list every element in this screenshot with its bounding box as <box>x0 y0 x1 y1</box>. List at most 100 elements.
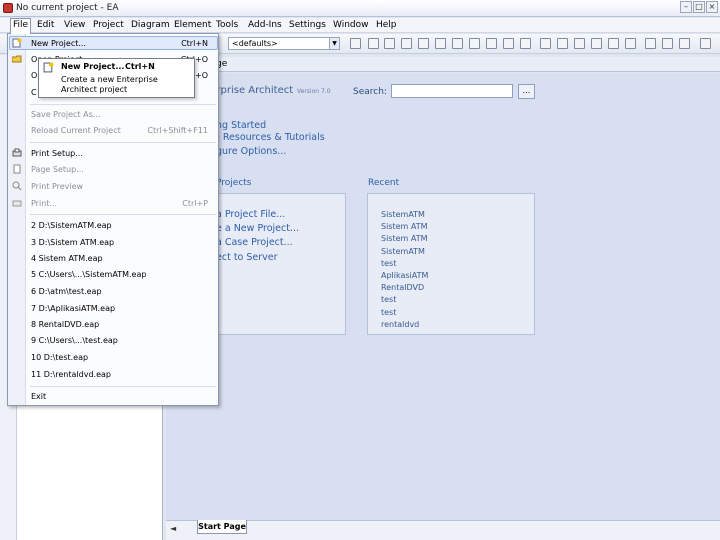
toolbar-icon-4[interactable] <box>401 38 412 49</box>
printer-setup-icon <box>12 148 22 157</box>
toolbar-icon-1[interactable] <box>350 38 361 49</box>
ea-app-icon <box>3 3 13 13</box>
toolbar-icon-20[interactable] <box>679 38 690 49</box>
menu-item-reload-project[interactable]: Reload Current Project <box>31 126 121 135</box>
toolbar-icon-11[interactable] <box>520 38 531 49</box>
shortcut-new-project: Ctrl+N <box>181 39 208 48</box>
toolbar-icon-8[interactable] <box>469 38 480 49</box>
search-button[interactable]: ... <box>518 84 535 99</box>
toolbar-icon-7[interactable] <box>452 38 463 49</box>
folder-open-icon <box>12 55 22 63</box>
window-controls: – □ × <box>680 1 718 13</box>
link-create-new-project[interactable]: e a New Project... <box>216 223 299 234</box>
tab-start-page[interactable]: Start Page <box>197 520 247 534</box>
menu-item-exit[interactable]: Exit <box>31 392 46 401</box>
printer-icon <box>12 200 22 207</box>
toolbar-icon-17[interactable] <box>625 38 636 49</box>
shortcut-reload-project: Ctrl+Shift+F11 <box>147 126 208 135</box>
menu-item-save-project-as[interactable]: Save Project As... <box>31 110 100 119</box>
recent-file-item[interactable]: 8 RentalDVD.eap <box>31 320 99 329</box>
menu-edit[interactable]: Edit <box>37 20 54 30</box>
minimize-icon[interactable]: – <box>680 1 692 13</box>
menu-diagram[interactable]: Diagram <box>131 20 170 30</box>
toolbar-icon-19[interactable] <box>662 38 673 49</box>
recent-file-item[interactable]: 4 Sistem ATM.eap <box>31 254 103 263</box>
close-icon[interactable]: × <box>706 1 718 13</box>
recent-heading: Recent <box>368 178 400 188</box>
menu-window[interactable]: Window <box>333 20 369 30</box>
recent-project-item[interactable]: Sistem ATM <box>381 221 428 233</box>
recent-file-item[interactable]: 11 D:\rentaldvd.eap <box>31 370 111 379</box>
search-input[interactable] <box>391 84 513 98</box>
menu-help[interactable]: Help <box>376 20 397 30</box>
recent-project-item[interactable]: rentaldvd <box>381 319 428 331</box>
chevron-down-icon[interactable]: ▼ <box>329 38 339 49</box>
tooltip-title: New Project... <box>61 62 125 71</box>
menu-view[interactable]: View <box>64 20 85 30</box>
toolbar-icon-6[interactable] <box>435 38 446 49</box>
maximize-icon[interactable]: □ <box>693 1 705 13</box>
new-project-tooltip: New Project... Ctrl+N Create a new Enter… <box>38 58 195 98</box>
menu-element[interactable]: Element <box>174 20 211 30</box>
menu-project[interactable]: Project <box>93 20 124 30</box>
tooltip-shortcut: Ctrl+N <box>125 62 155 71</box>
recent-project-item[interactable]: test <box>381 258 428 270</box>
recent-project-item[interactable]: test <box>381 294 428 306</box>
toolbar-icon-2[interactable] <box>368 38 379 49</box>
recent-project-item[interactable]: test <box>381 307 428 319</box>
toolbar-icon-15[interactable] <box>591 38 602 49</box>
recent-file-item[interactable]: 2 D:\SistemATM.eap <box>31 221 112 230</box>
link-open-project-file[interactable]: a Project File... <box>216 209 285 220</box>
zoom-icon[interactable] <box>700 38 711 49</box>
toolbar-icon-18[interactable] <box>645 38 656 49</box>
new-project-icon <box>43 62 54 73</box>
menu-item-print-preview[interactable]: Print Preview <box>31 182 83 191</box>
menu-add-ins[interactable]: Add-Ins <box>248 20 282 30</box>
toolbar-icon-5[interactable] <box>418 38 429 49</box>
page-setup-icon <box>13 164 21 174</box>
link-copy-base-project[interactable]: a Case Project... <box>216 237 293 248</box>
window-title: No current project - EA <box>16 3 119 13</box>
recent-project-item[interactable]: RentalDVD <box>381 282 428 294</box>
menu-item-new-project[interactable]: New Project... <box>31 39 86 48</box>
menu-bar: File Edit View Project Diagram Element T… <box>0 18 720 34</box>
link-resources-tutorials[interactable]: e Resources & Tutorials <box>214 132 325 143</box>
link-connect-to-server[interactable]: ect to Server <box>216 252 278 263</box>
toolbar-icon-10[interactable] <box>503 38 514 49</box>
recent-projects-list: SistemATM Sistem ATM Sistem ATM SistemAT… <box>381 209 428 331</box>
toolbar-icon-3[interactable] <box>384 38 395 49</box>
tooltip-description: Create a new Enterprise Architect projec… <box>61 75 158 94</box>
menu-item-print[interactable]: Print... <box>31 199 57 208</box>
perspective-combo[interactable]: <defaults> ▼ <box>228 37 340 50</box>
recent-project-item[interactable]: SistemATM <box>381 246 428 258</box>
recent-file-item[interactable]: 7 D:\AplikasiATM.eap <box>31 304 115 313</box>
version-label: Version 7.0 <box>297 88 331 95</box>
new-project-icon <box>12 38 22 48</box>
recent-project-item[interactable]: Sistem ATM <box>381 233 428 245</box>
menu-file[interactable]: File <box>10 18 32 34</box>
link-getting-started[interactable]: ng Started <box>216 120 266 131</box>
recent-file-item[interactable]: 10 D:\test.eap <box>31 353 88 362</box>
print-preview-icon <box>12 181 22 191</box>
recent-file-item[interactable]: 9 C:\Users\...\test.eap <box>31 336 118 345</box>
recent-file-item[interactable]: 3 D:\Sistem ATM.eap <box>31 238 114 247</box>
title-bar: No current project - EA – □ × <box>0 0 720 17</box>
recent-project-item[interactable]: AplikasiATM <box>381 270 428 282</box>
toolbar-icon-9[interactable] <box>486 38 497 49</box>
menu-separator <box>30 142 216 143</box>
toolbar-icon-16[interactable] <box>608 38 619 49</box>
toolbar-icon-13[interactable] <box>557 38 568 49</box>
toolbar-icon-14[interactable] <box>574 38 585 49</box>
recent-project-item[interactable]: SistemATM <box>381 209 428 221</box>
recent-file-item[interactable]: 5 C:\Users\...\SistemATM.eap <box>31 270 146 279</box>
menu-item-print-setup[interactable]: Print Setup... <box>31 149 83 158</box>
menu-item-page-setup[interactable]: Page Setup... <box>31 165 84 174</box>
menu-settings[interactable]: Settings <box>289 20 326 30</box>
menu-item-close[interactable]: C <box>31 88 37 97</box>
menu-tools[interactable]: Tools <box>216 20 238 30</box>
recent-file-item[interactable]: 6 D:\atm\test.eap <box>31 287 102 296</box>
toolbar-icon-12[interactable] <box>540 38 551 49</box>
link-configure-options[interactable]: gure Options... <box>216 146 286 157</box>
menu-icon-gutter <box>8 34 26 405</box>
tab-scroll-left-icon[interactable]: ◄ <box>170 524 176 533</box>
